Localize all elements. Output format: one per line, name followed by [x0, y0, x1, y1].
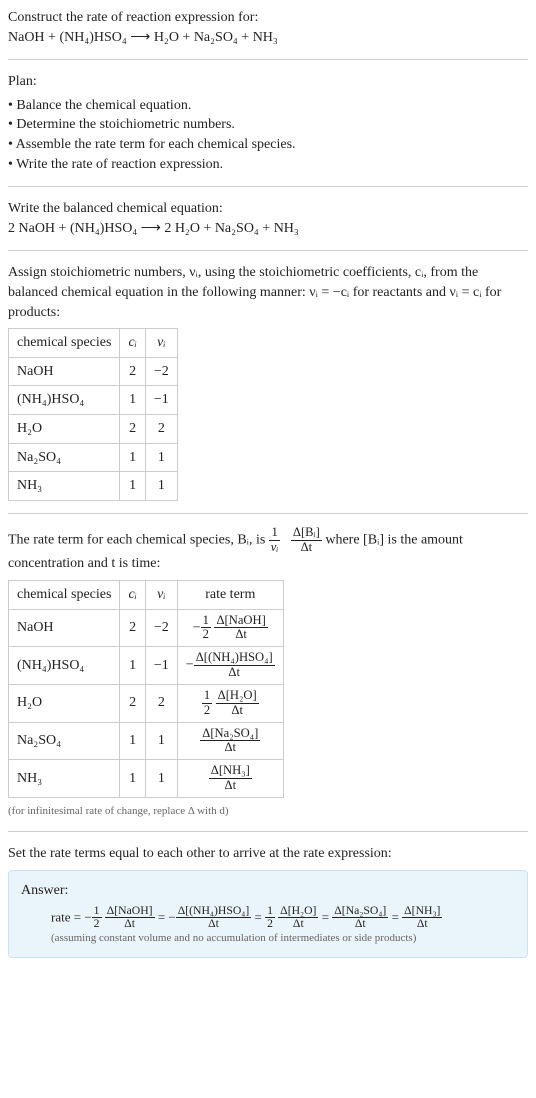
- vi-label: νᵢ: [157, 335, 165, 350]
- cell-species: NH₃: [9, 760, 120, 798]
- infinitesimal-note: (for infinitesimal rate of change, repla…: [8, 804, 528, 819]
- table-row: NH₃ 1 1: [9, 472, 178, 501]
- cell-rate-term: −12 Δ[NaOH]Δt: [177, 609, 283, 647]
- table-row: Na₂SO₄ 1 1: [9, 443, 178, 472]
- table-row: NaOH 2 −2: [9, 357, 178, 386]
- cell-vi: 1: [145, 472, 177, 501]
- stoich-table: chemical species cᵢ νᵢ NaOH 2 −2 (NH₄)HS…: [8, 328, 178, 501]
- cell-ci: 1: [120, 647, 145, 685]
- col-header-ci: cᵢ: [120, 329, 145, 358]
- assign-text: Assign stoichiometric numbers, νᵢ, using…: [8, 263, 528, 322]
- cell-vi: −2: [145, 609, 177, 647]
- cell-species: (NH₄)HSO₄: [9, 647, 120, 685]
- prompt: Construct the rate of reaction expressio…: [8, 8, 528, 47]
- col-header-vi: νᵢ: [145, 329, 177, 358]
- ci-label: cᵢ: [128, 587, 136, 602]
- cell-vi: 1: [145, 760, 177, 798]
- frac-den: νᵢ: [269, 541, 281, 555]
- cell-ci: 2: [120, 414, 145, 443]
- balanced-equation: 2 NaOH + (NH₄)HSO₄ ⟶ 2 H₂O + Na₂SO₄ + NH…: [8, 219, 528, 239]
- cell-species: H₂O: [9, 414, 120, 443]
- col-header-ci: cᵢ: [120, 580, 145, 609]
- cell-species: NH₃: [9, 472, 120, 501]
- one-over-vi: 1 νᵢ: [269, 526, 281, 555]
- frac-den: Δt: [291, 541, 322, 555]
- cell-vi: 2: [145, 684, 177, 722]
- cell-vi: 1: [145, 443, 177, 472]
- cell-species: NaOH: [9, 609, 120, 647]
- divider: [8, 513, 528, 514]
- answer-note: (assuming constant volume and no accumul…: [21, 931, 515, 946]
- cell-ci: 2: [120, 609, 145, 647]
- cell-ci: 1: [120, 722, 145, 760]
- cell-vi: −1: [145, 647, 177, 685]
- cell-rate-term: Δ[Na₂SO₄]Δt: [177, 722, 283, 760]
- col-header-vi: νᵢ: [145, 580, 177, 609]
- cell-species: Na₂SO₄: [9, 722, 120, 760]
- frac-num: Δ[Bᵢ]: [291, 526, 322, 541]
- cell-vi: −1: [145, 386, 177, 415]
- plan-item: Determine the stoichiometric numbers.: [8, 115, 528, 135]
- table-row: H₂O2212 Δ[H₂O]Δt: [9, 684, 284, 722]
- cell-species: Na₂SO₄: [9, 443, 120, 472]
- table-row: NH₃11Δ[NH₃]Δt: [9, 760, 284, 798]
- cell-species: NaOH: [9, 357, 120, 386]
- frac-num: 1: [269, 526, 281, 541]
- cell-vi: 2: [145, 414, 177, 443]
- col-header-rate-term: rate term: [177, 580, 283, 609]
- cell-rate-term: −Δ[(NH₄)HSO₄]Δt: [177, 647, 283, 685]
- cell-rate-term: 12 Δ[H₂O]Δt: [177, 684, 283, 722]
- vi-label: νᵢ: [157, 587, 165, 602]
- plan-item: Balance the chemical equation.: [8, 96, 528, 116]
- plan-item: Assemble the rate term for each chemical…: [8, 135, 528, 155]
- balanced-intro: Write the balanced chemical equation:: [8, 199, 528, 219]
- vi: νᵢ: [271, 540, 279, 554]
- rate-term-table: chemical species cᵢ νᵢ rate term NaOH2−2…: [8, 580, 284, 798]
- cell-ci: 2: [120, 684, 145, 722]
- answer-box: Answer: rate = −12 Δ[NaOH]Δt = −Δ[(NH₄)H…: [8, 870, 528, 958]
- prompt-line1: Construct the rate of reaction expressio…: [8, 8, 528, 28]
- cell-species: H₂O: [9, 684, 120, 722]
- plan-label: Plan:: [8, 72, 528, 92]
- set-equal-text: Set the rate terms equal to each other t…: [8, 844, 528, 864]
- plan-item: Write the rate of reaction expression.: [8, 155, 528, 175]
- table-row: (NH₄)HSO₄1−1−Δ[(NH₄)HSO₄]Δt: [9, 647, 284, 685]
- cell-species: (NH₄)HSO₄: [9, 386, 120, 415]
- table-row: (NH₄)HSO₄ 1 −1: [9, 386, 178, 415]
- cell-rate-term: Δ[NH₃]Δt: [177, 760, 283, 798]
- cell-ci: 2: [120, 357, 145, 386]
- plan-list: Balance the chemical equation. Determine…: [8, 96, 528, 174]
- plan-section: Plan: Balance the chemical equation. Det…: [8, 72, 528, 174]
- dBi-dt: Δ[Bᵢ] Δt: [291, 526, 322, 555]
- rate-term-text: The rate term for each chemical species,…: [8, 526, 528, 574]
- cell-ci: 1: [120, 443, 145, 472]
- divider: [8, 59, 528, 60]
- divider: [8, 831, 528, 832]
- cell-ci: 1: [120, 472, 145, 501]
- rate-term-text-a: The rate term for each chemical species,…: [8, 532, 269, 547]
- table-row: Na₂SO₄11Δ[Na₂SO₄]Δt: [9, 722, 284, 760]
- table-row: H₂O 2 2: [9, 414, 178, 443]
- balanced-section: Write the balanced chemical equation: 2 …: [8, 199, 528, 238]
- cell-vi: −2: [145, 357, 177, 386]
- rate-expression: rate = −12 Δ[NaOH]Δt = −Δ[(NH₄)HSO₄]Δt =…: [21, 905, 515, 932]
- col-header-species: chemical species: [9, 580, 120, 609]
- cell-ci: 1: [120, 760, 145, 798]
- cell-ci: 1: [120, 386, 145, 415]
- col-header-species: chemical species: [9, 329, 120, 358]
- divider: [8, 250, 528, 251]
- cell-vi: 1: [145, 722, 177, 760]
- answer-label: Answer:: [21, 881, 515, 901]
- prompt-equation: NaOH + (NH₄)HSO₄ ⟶ H₂O + Na₂SO₄ + NH₃: [8, 28, 528, 48]
- table-row: NaOH2−2−12 Δ[NaOH]Δt: [9, 609, 284, 647]
- divider: [8, 186, 528, 187]
- ci-label: cᵢ: [128, 335, 136, 350]
